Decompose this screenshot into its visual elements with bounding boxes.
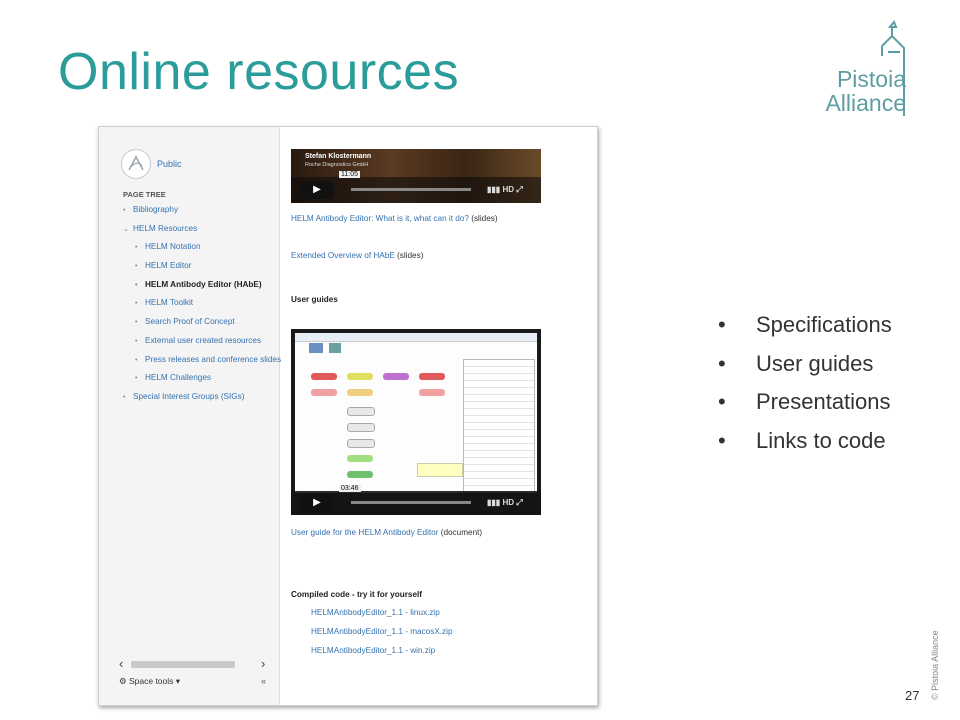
tree-item-helm-toolkit[interactable]: • HELM Toolkit bbox=[123, 298, 283, 317]
hd-toggle[interactable]: ▮▮▮ HD ⤢ bbox=[487, 185, 523, 195]
bullet-icon: • bbox=[123, 393, 126, 401]
document-link-user-guide: User guide for the HELM Antibody Editor … bbox=[291, 528, 483, 537]
bullet-icon: • bbox=[135, 375, 138, 383]
volume-icon[interactable]: ▮▮▮ bbox=[487, 498, 502, 507]
compiled-code-heading: Compiled code - try it for yourself bbox=[291, 590, 423, 599]
bullet-icon: • bbox=[135, 263, 138, 271]
bullet-icon: • bbox=[135, 281, 138, 289]
bullet-item: • Specifications bbox=[718, 312, 892, 337]
bullet-icon: • bbox=[718, 389, 726, 414]
video-controls: ▶ 03:46 ▮▮▮ HD ⤢ bbox=[291, 485, 541, 515]
bullet-list: • Specifications • User guides • Presentati… bbox=[718, 312, 892, 466]
video-player-user-guide[interactable]: ▶ 03:46 ▮▮▮ HD ⤢ bbox=[291, 329, 541, 515]
download-link-windows[interactable]: HELMAntibodyEditor_1.1 - win.zip bbox=[311, 646, 435, 655]
video-progress-bar[interactable] bbox=[351, 188, 471, 191]
space-tools-button[interactable]: ⚙ Space tools ▾ bbox=[119, 676, 180, 687]
page-number: 27 bbox=[905, 688, 920, 703]
gear-icon: ⚙ bbox=[119, 676, 129, 686]
pistoia-alliance-logo: Pistoia Alliance bbox=[810, 18, 928, 118]
confluence-screenshot: Public PAGE TREE • Bibliography ⌄ HELM Res… bbox=[98, 126, 598, 706]
link-extended-overview[interactable]: Extended Overview of HAbE bbox=[291, 251, 395, 260]
play-button[interactable]: ▶ bbox=[301, 494, 333, 512]
video-duration: 11:05 bbox=[339, 171, 360, 178]
bullet-item: • User guides bbox=[718, 350, 874, 376]
tree-item-press-releases[interactable]: • Press releases and conference slides bbox=[123, 355, 283, 374]
link-user-guide[interactable]: User guide for the HELM Antibody Editor bbox=[291, 528, 438, 537]
slides-link-overview: HELM Antibody Editor: What is it, what c… bbox=[291, 214, 498, 223]
tree-item-sigs[interactable]: • Special Interest Groups (SIGs) bbox=[123, 392, 283, 411]
hd-toggle[interactable]: ▮▮▮ HD ⤢ bbox=[487, 498, 523, 508]
play-button[interactable]: ▶ bbox=[301, 181, 333, 199]
tree-item-helm-antibody-editor[interactable]: • HELM Antibody Editor (HAbE) bbox=[123, 280, 283, 299]
video-controls: ▶ 11:05 ▮▮▮ HD ⤢ bbox=[291, 171, 541, 203]
logo-text-line2: Alliance bbox=[825, 90, 906, 116]
copyright-notice: © Pistoia Alliance bbox=[930, 630, 940, 700]
download-link-macos[interactable]: HELMAntibodyEditor_1.1 - macosX.zip bbox=[311, 627, 453, 636]
tree-item-helm-resources[interactable]: ⌄ HELM Resources bbox=[123, 224, 283, 243]
bullet-item: • Links to code bbox=[718, 427, 886, 453]
video-duration: 03:46 bbox=[339, 485, 361, 492]
video-progress-bar[interactable] bbox=[351, 501, 471, 504]
bullet-icon: • bbox=[718, 312, 726, 337]
space-name-link[interactable]: Public bbox=[157, 159, 182, 169]
space-sidebar: Public PAGE TREE • Bibliography ⌄ HELM Res… bbox=[99, 127, 283, 705]
bullet-icon: • bbox=[123, 207, 126, 214]
video-player-presentation[interactable]: Stefan Klostermann Roche Diagnostics Gmb… bbox=[291, 149, 541, 203]
bullet-icon: • bbox=[135, 337, 138, 345]
page-tree-label: PAGE TREE bbox=[123, 190, 166, 199]
page-content: Stefan Klostermann Roche Diagnostics Gmb… bbox=[291, 127, 591, 705]
scroll-left-icon[interactable]: ‹ bbox=[119, 656, 123, 671]
video-presenter-org: Roche Diagnostics GmbH bbox=[305, 162, 369, 168]
download-link-linux[interactable]: HELMAntibodyEditor_1.1 - linux.zip bbox=[311, 608, 440, 617]
fullscreen-icon[interactable]: ⤢ bbox=[514, 498, 522, 507]
collapse-sidebar-icon[interactable]: « bbox=[261, 676, 266, 686]
tree-item-helm-editor[interactable]: • HELM Editor bbox=[123, 261, 283, 280]
video-presenter-name: Stefan Klostermann bbox=[305, 153, 372, 160]
user-guides-heading: User guides bbox=[291, 295, 338, 304]
expand-chevron-icon[interactable]: ⌄ bbox=[123, 225, 133, 233]
bullet-icon: • bbox=[135, 300, 138, 308]
tree-item-helm-challenges[interactable]: • HELM Challenges bbox=[123, 373, 283, 392]
bullet-icon: • bbox=[135, 244, 138, 252]
space-logo-icon[interactable] bbox=[121, 149, 151, 179]
properties-panel bbox=[463, 359, 535, 493]
tree-item-external-resources[interactable]: • External user created resources bbox=[123, 336, 283, 355]
link-helm-antibody-editor-slides[interactable]: HELM Antibody Editor: What is it, what c… bbox=[291, 214, 469, 223]
logo-text-line1: Pistoia bbox=[836, 66, 906, 92]
tree-item-bibliography[interactable]: • Bibliography bbox=[123, 205, 283, 224]
tree-item-helm-notation[interactable]: • HELM Notation bbox=[123, 242, 283, 261]
volume-icon[interactable]: ▮▮▮ bbox=[487, 185, 502, 194]
scroll-right-icon[interactable]: › bbox=[261, 656, 265, 671]
bullet-item: • Presentations bbox=[718, 389, 891, 414]
page-tree: • Bibliography ⌄ HELM Resources • HELM Nota… bbox=[123, 205, 283, 411]
bullet-icon: • bbox=[718, 350, 726, 376]
bullet-icon: • bbox=[135, 319, 138, 327]
bullet-icon: • bbox=[135, 356, 138, 364]
tree-item-search-proof[interactable]: • Search Proof of Concept bbox=[123, 317, 283, 336]
bullet-icon: • bbox=[718, 427, 726, 453]
slide-title: Online resources bbox=[58, 43, 460, 101]
fullscreen-icon[interactable]: ⤢ bbox=[514, 185, 522, 194]
slides-link-extended: Extended Overview of HAbE (slides) bbox=[291, 251, 424, 260]
sidebar-horizontal-scrollbar[interactable]: ‹ › bbox=[117, 656, 275, 671]
video-frame-app-screenshot bbox=[295, 333, 537, 493]
scrollbar-thumb[interactable] bbox=[131, 661, 235, 668]
